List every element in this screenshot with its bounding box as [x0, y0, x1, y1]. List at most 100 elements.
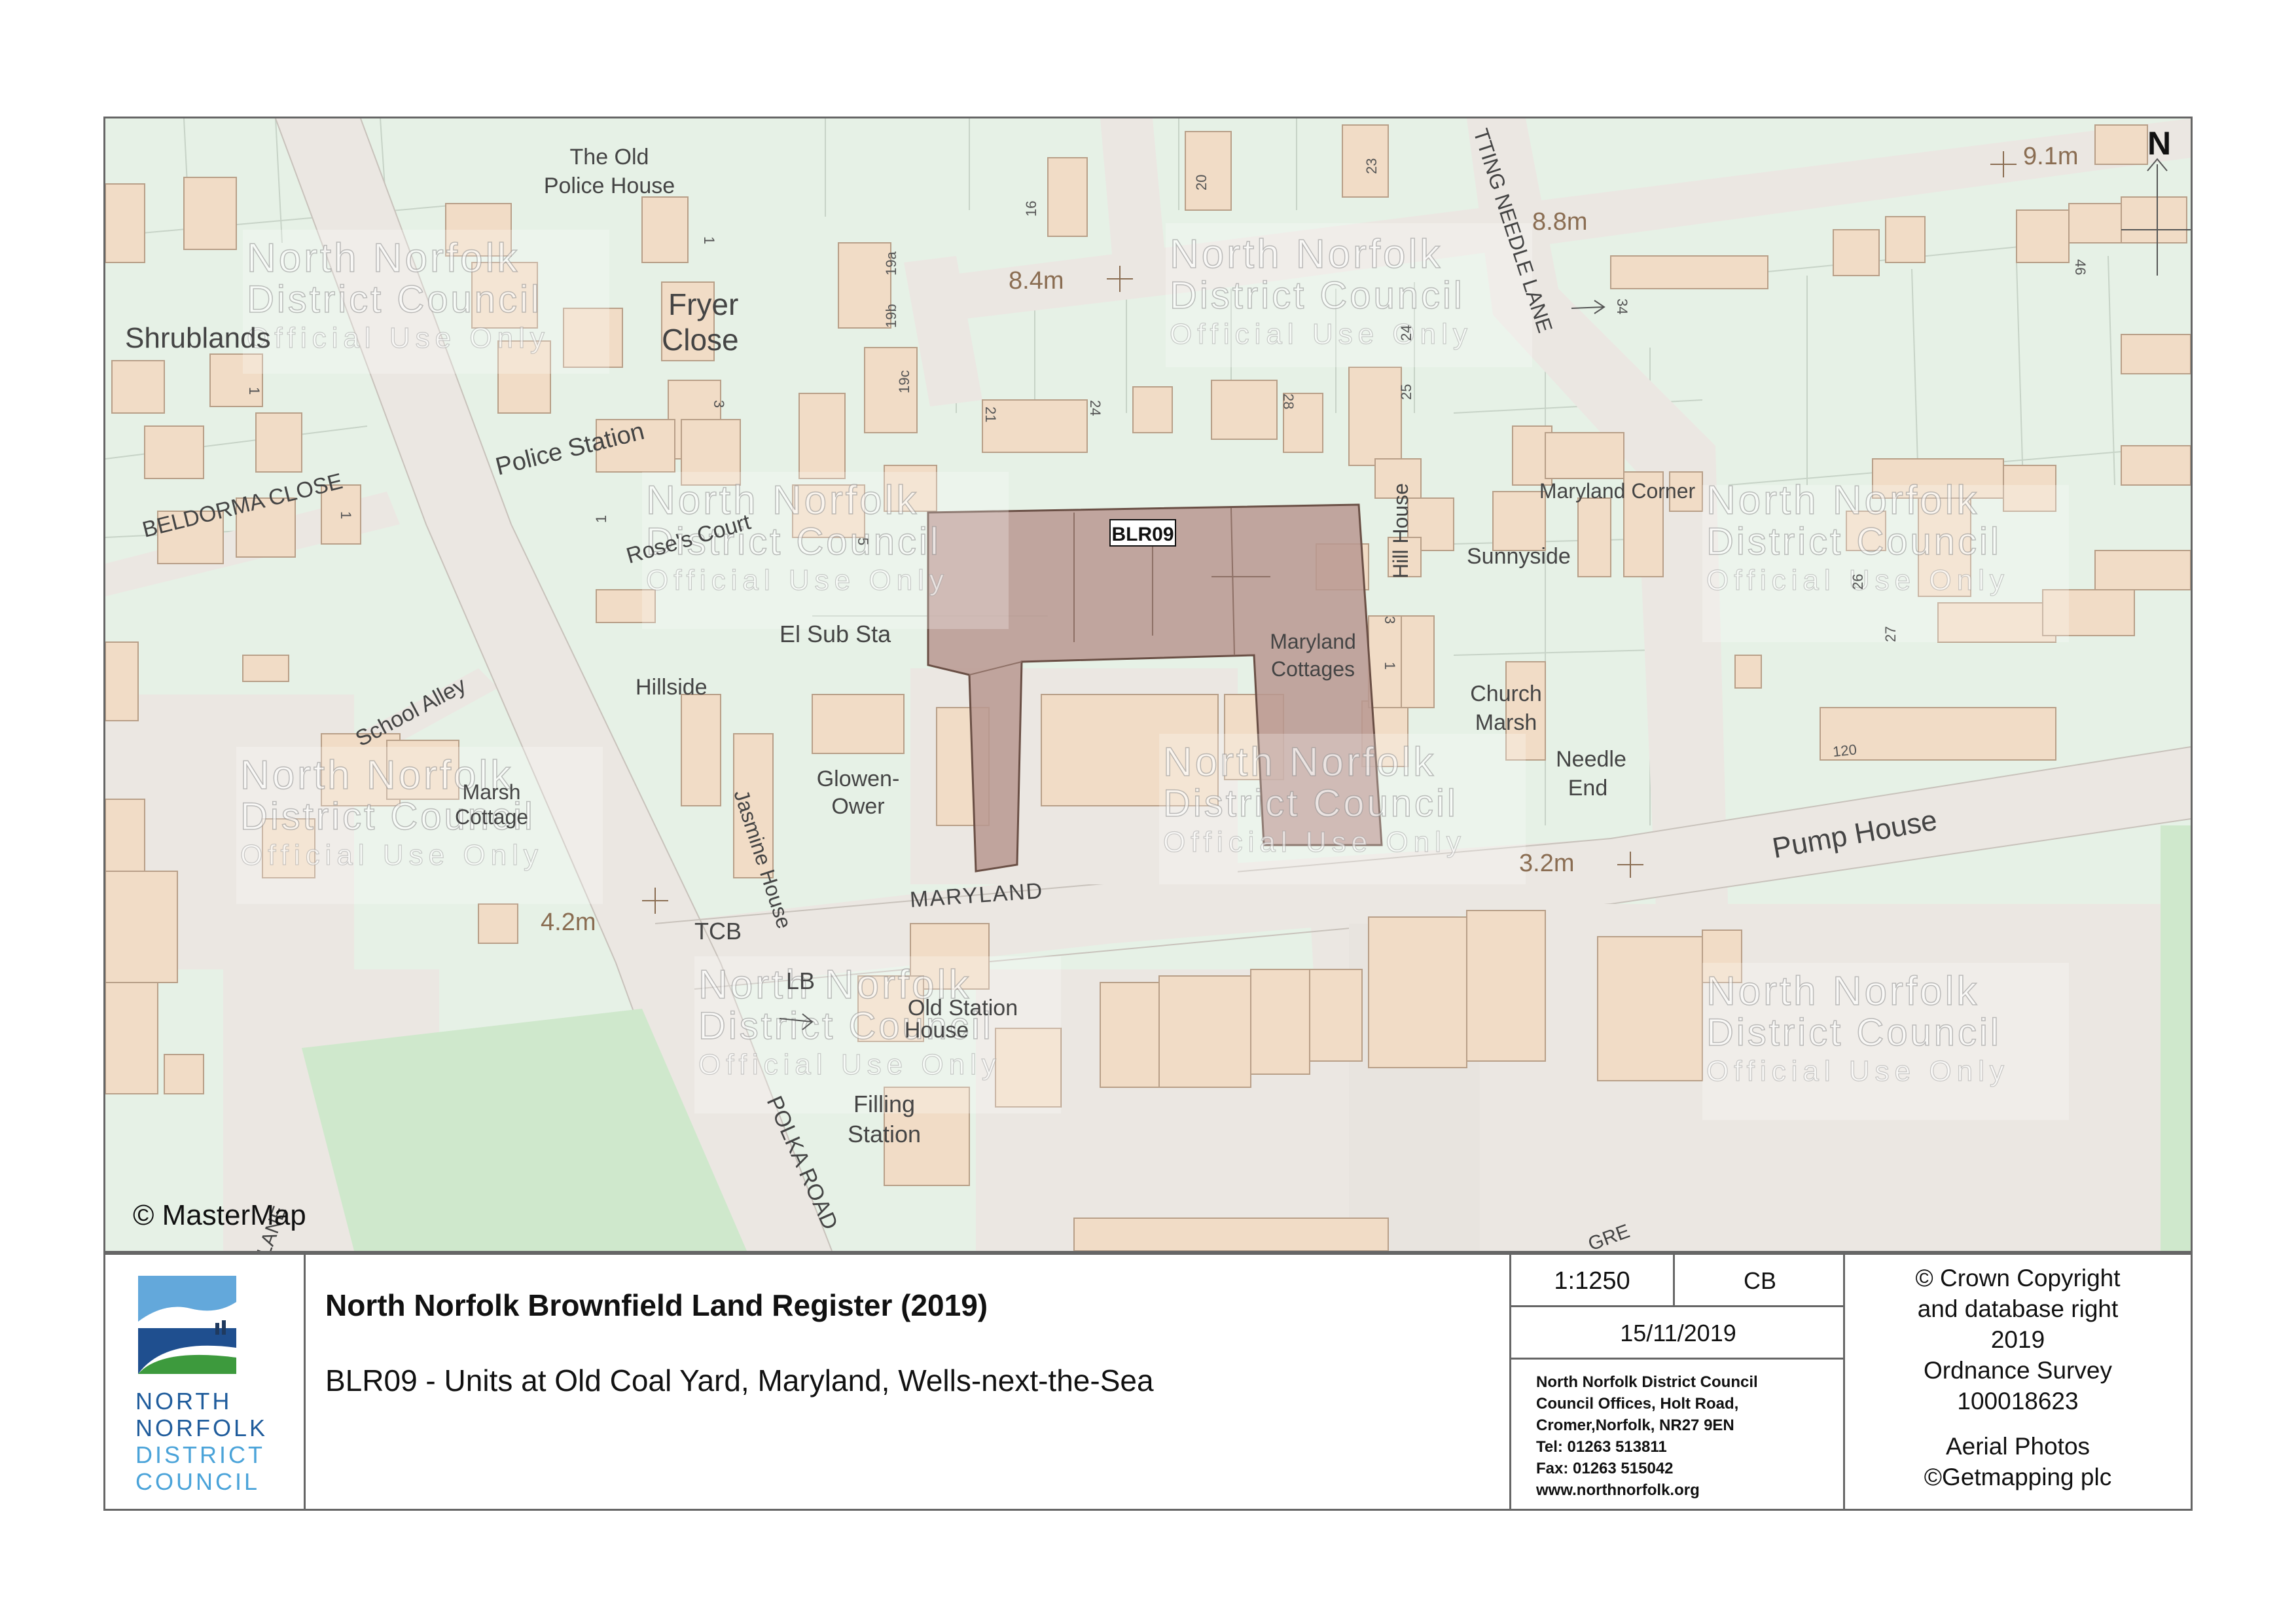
label-el-sub-sta: El Sub Sta: [780, 621, 891, 647]
label-old-station-house: House: [905, 1018, 969, 1043]
label-glowen-ower: Ower: [831, 794, 884, 819]
label-old-police-house: Police House: [544, 173, 675, 198]
label-fryer-close: Fryer: [668, 287, 738, 321]
map-date: 15/11/2019: [1511, 1307, 1845, 1360]
spot-height: 8.4m: [1009, 267, 1064, 295]
label-marsh-cottage: Cottage: [455, 805, 528, 829]
map-canvas: BLR09 North Norfolk District Council Off…: [105, 118, 2191, 1251]
svg-text:120: 120: [1832, 741, 1857, 760]
svg-text:19c: 19c: [896, 370, 912, 393]
green-strip: [2161, 825, 2191, 1251]
label-maryland-cottages: Maryland: [1270, 630, 1356, 653]
watermark-text: District Council: [1706, 1011, 2001, 1054]
watermark-text: North Norfolk: [1170, 232, 1443, 277]
scale-date-cell: 1:1250 CB 15/11/2019 North Norfolk Distr…: [1511, 1255, 1845, 1509]
label-church-marsh: Church: [1470, 681, 1542, 706]
label-needle-end: Needle: [1556, 747, 1626, 772]
office-line: Cromer,Norfolk, NR27 9EN: [1536, 1416, 1734, 1434]
spot-height: 8.8m: [1532, 208, 1587, 236]
copyright-notice: © Crown Copyright and database right 201…: [1845, 1263, 2191, 1492]
copyright-line: 100018623: [1957, 1388, 2079, 1415]
watermark-text: District Council: [1163, 782, 1458, 825]
label-needle-end: End: [1568, 776, 1608, 801]
svg-text:28: 28: [1280, 393, 1297, 409]
watermark-text: District Council: [1170, 274, 1465, 317]
label-hill: Hill House: [1389, 483, 1412, 579]
watermark-text: Official Use Only: [646, 564, 949, 596]
label-filling-station: Filling: [853, 1091, 915, 1117]
label-maryland-corner: Maryland Corner: [1539, 479, 1696, 503]
watermark-text: District Council: [247, 278, 542, 321]
office-line: Fax: 01263 515042: [1536, 1460, 1674, 1477]
office-line: North Norfolk District Council: [1536, 1373, 1758, 1391]
svg-text:20: 20: [1193, 175, 1210, 190]
spot-height: 3.2m: [1519, 850, 1574, 877]
svg-text:21: 21: [982, 406, 999, 422]
label-shrublands: Shrublands: [125, 322, 271, 354]
watermark-text: Official Use Only: [1706, 1055, 2009, 1087]
label-fryer-close: Close: [662, 323, 739, 357]
council-logo: NORTH NORFOLK DISTRICT COUNCIL: [105, 1255, 306, 1509]
watermark-text: Official Use Only: [698, 1049, 1001, 1081]
logo-text-norfolk: NORFOLK: [135, 1415, 268, 1441]
svg-text:1: 1: [1382, 662, 1398, 670]
watermark-text: District Council: [1706, 520, 2001, 563]
office-website[interactable]: www.northnorfolk.org: [1536, 1479, 1758, 1501]
svg-text:24: 24: [1087, 400, 1103, 416]
watermark-text: Official Use Only: [247, 322, 550, 354]
label-glowen-ower: Glowen-: [817, 767, 900, 791]
map-frame[interactable]: BLR09 North Norfolk District Council Off…: [103, 117, 2193, 1253]
label-filling-station: Station: [848, 1121, 921, 1147]
svg-text:19b: 19b: [883, 304, 899, 328]
title-cell: North Norfolk Brownfield Land Register (…: [306, 1255, 1511, 1509]
svg-text:16: 16: [1023, 201, 1039, 217]
logo-text-district: DISTRICT: [135, 1441, 265, 1468]
svg-text:46: 46: [2072, 259, 2089, 275]
logo-text-north: NORTH: [135, 1388, 232, 1415]
svg-text:1: 1: [246, 387, 262, 395]
svg-text:27: 27: [1882, 626, 1899, 642]
drawn-by-initials: CB: [1743, 1267, 1776, 1294]
svg-text:26: 26: [1850, 574, 1866, 590]
spot-height: 4.2m: [541, 909, 596, 936]
copyright-line: 2019: [1990, 1326, 2045, 1353]
label-maryland-cottages: Cottages: [1271, 657, 1355, 681]
svg-text:25: 25: [1398, 384, 1414, 400]
north-label: N: [2147, 125, 2171, 162]
label-old-police-house: The Old: [570, 145, 649, 170]
title-block: NORTH NORFOLK DISTRICT COUNCIL North Nor…: [103, 1253, 2193, 1511]
svg-text:23: 23: [1363, 158, 1380, 174]
copyright-line: Ordnance Survey: [1924, 1357, 2112, 1384]
svg-text:5: 5: [855, 537, 871, 545]
svg-text:3: 3: [711, 400, 727, 408]
label-tcb: TCB: [694, 918, 742, 945]
office-line: Tel: 01263 513811: [1536, 1438, 1667, 1456]
svg-text:1: 1: [701, 236, 717, 244]
watermark-text: Official Use Only: [1163, 826, 1466, 858]
label-sunnyside: Sunnyside: [1467, 544, 1571, 569]
watermark-text: North Norfolk: [247, 236, 520, 281]
logo-text-council: COUNCIL: [135, 1468, 260, 1495]
copyright-line: Aerial Photos: [1945, 1433, 2090, 1460]
svg-text:1: 1: [593, 515, 609, 523]
watermark-text: North Norfolk: [1706, 969, 1979, 1014]
svg-text:34: 34: [1614, 298, 1630, 314]
spot-height: 9.1m: [2023, 143, 2078, 170]
label-old-station-house: Old Station: [908, 996, 1018, 1020]
copyright-line: © Crown Copyright: [1915, 1265, 2121, 1291]
watermark-text: North Norfolk: [1706, 478, 1979, 523]
site-label: BLR09: [1111, 524, 1174, 545]
map-title: North Norfolk Brownfield Land Register (…: [325, 1288, 988, 1322]
copyright-line: and database right: [1917, 1295, 2119, 1322]
svg-text:1: 1: [338, 511, 354, 519]
office-line: Council Offices, Holt Road,: [1536, 1395, 1739, 1413]
scale-row: 1:1250 CB: [1511, 1255, 1845, 1307]
label-church-marsh: Marsh: [1475, 710, 1537, 735]
label-lb: LB: [786, 967, 815, 994]
svg-text:24: 24: [1398, 325, 1414, 341]
watermark-text: North Norfolk: [646, 478, 919, 523]
council-logo-mark: [138, 1276, 236, 1374]
watermark-text: Official Use Only: [240, 839, 543, 871]
office-address: North Norfolk District Council Council O…: [1536, 1371, 1758, 1501]
label-hillside: Hillside: [636, 675, 708, 700]
